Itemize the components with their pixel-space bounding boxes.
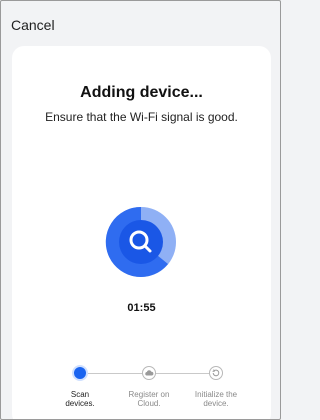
step-label-line: Cloud. bbox=[137, 399, 161, 408]
step-label-register: Register on Cloud. bbox=[114, 390, 184, 408]
step-label-line: device. bbox=[203, 399, 229, 408]
step-connector bbox=[88, 373, 142, 374]
cloud-icon bbox=[142, 366, 156, 380]
step-scan-indicator bbox=[72, 365, 88, 381]
search-progress-graphic bbox=[105, 206, 176, 277]
wifi-hint: Ensure that the Wi-Fi signal is good. bbox=[45, 110, 238, 124]
adding-device-card: Adding device... Ensure that the Wi-Fi s… bbox=[12, 46, 271, 419]
progress-ring bbox=[105, 206, 177, 278]
step-label-line: Scan bbox=[70, 390, 90, 399]
step-label-line: Register on bbox=[128, 390, 170, 399]
step-label-line: Initialize the bbox=[194, 390, 238, 399]
progress-steps: Scan devices. Register on Cloud. Initial… bbox=[12, 362, 271, 419]
initialize-icon bbox=[209, 366, 223, 380]
step-label-scan: Scan devices. bbox=[45, 390, 115, 408]
step-connector bbox=[155, 373, 209, 374]
page-title: Adding device... bbox=[80, 84, 203, 101]
top-bar: Cancel bbox=[1, 1, 280, 45]
ring-center bbox=[119, 220, 163, 264]
cancel-button[interactable]: Cancel bbox=[11, 17, 55, 33]
app-window: Cancel Adding device... Ensure that the … bbox=[0, 0, 281, 420]
countdown-timer: 01:55 bbox=[127, 302, 156, 314]
step-label-initialize: Initialize the device. bbox=[181, 390, 251, 408]
step-label-line: devices. bbox=[65, 399, 95, 408]
